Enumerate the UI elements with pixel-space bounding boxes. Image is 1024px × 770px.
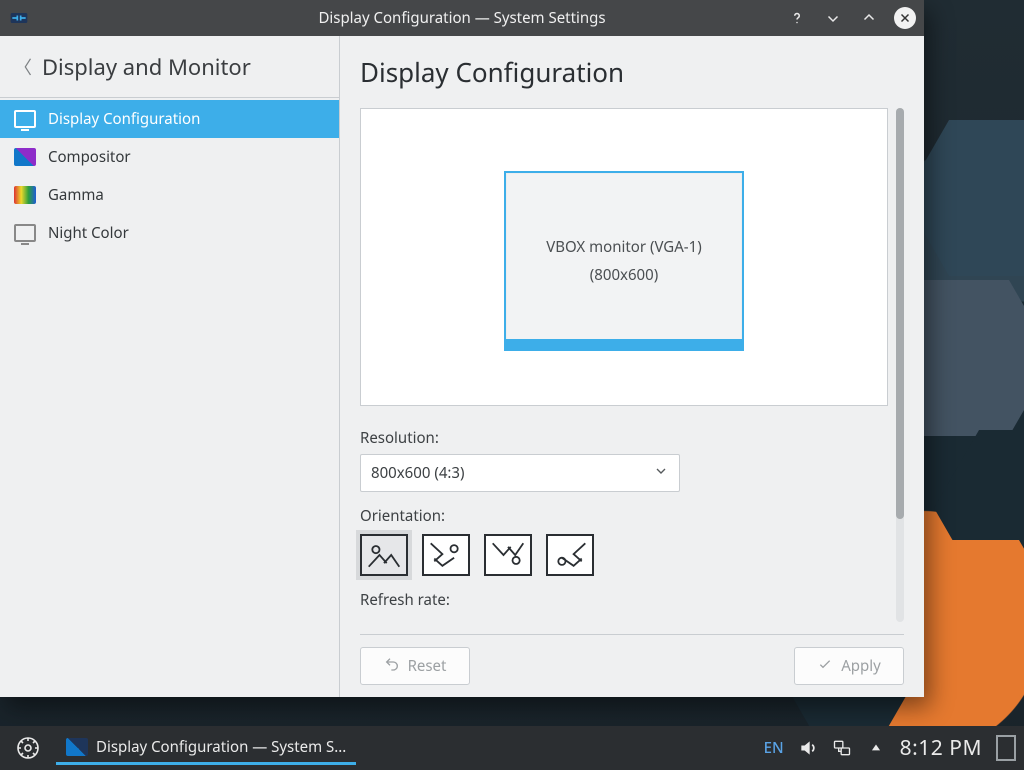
orientation-270-button[interactable] — [546, 534, 594, 576]
sidebar: 〈 Display and Monitor Display Configurat… — [0, 36, 340, 697]
orientation-label: Orientation: — [360, 506, 888, 526]
system-settings-window: Display Configuration — System Settings … — [0, 0, 924, 697]
monitor-name: VBOX monitor (VGA-1) — [546, 237, 701, 257]
sidebar-item-label: Display Configuration — [48, 109, 200, 129]
sidebar-item-label: Night Color — [48, 223, 129, 243]
orientation-normal-button[interactable] — [360, 534, 408, 576]
sidebar-back[interactable]: 〈 Display and Monitor — [0, 36, 339, 98]
chevron-down-icon — [653, 463, 669, 484]
window-title: Display Configuration — System Settings — [318, 8, 605, 28]
window-controls — [786, 0, 916, 36]
monitor-tile[interactable]: VBOX monitor (VGA-1) (800x600) — [504, 171, 744, 351]
scroll-thumb[interactable] — [896, 108, 904, 519]
resolution-label: Resolution: — [360, 428, 888, 448]
chevron-left-icon: 〈 — [14, 54, 32, 80]
apply-button[interactable]: Apply — [794, 647, 904, 685]
tray-expand-icon[interactable] — [866, 738, 886, 758]
sidebar-heading: Display and Monitor — [42, 52, 251, 82]
monitor-resolution: (800x600) — [590, 265, 658, 285]
reset-label: Reset — [408, 656, 447, 676]
app-icon — [8, 7, 30, 29]
taskbar: Display Configuration — System S... EN 8… — [0, 726, 1024, 770]
app-icon — [66, 738, 88, 756]
orientation-field: Orientation: — [360, 506, 888, 576]
main-panel: Display Configuration VBOX monitor (VGA-… — [340, 36, 924, 697]
start-button[interactable] — [8, 730, 48, 766]
check-icon — [817, 656, 833, 677]
monitor-icon — [14, 224, 36, 242]
clock[interactable]: 8:12 PM — [900, 734, 982, 762]
taskbar-entry-system-settings[interactable]: Display Configuration — System S... — [56, 731, 356, 765]
sidebar-item-night-color[interactable]: Night Color — [0, 214, 339, 252]
orientation-180-button[interactable] — [484, 534, 532, 576]
maximize-button[interactable] — [858, 7, 880, 29]
keyboard-layout-indicator[interactable]: EN — [764, 738, 784, 758]
compositor-icon — [14, 148, 36, 166]
page-title: Display Configuration — [360, 54, 904, 90]
system-tray: EN 8:12 PM — [764, 734, 1016, 762]
undo-icon — [384, 656, 400, 677]
reset-button[interactable]: Reset — [360, 647, 470, 685]
refresh-field: Refresh rate: — [360, 590, 888, 616]
resolution-combobox[interactable]: 800x600 (4:3) — [360, 454, 680, 492]
sidebar-item-compositor[interactable]: Compositor — [0, 138, 339, 176]
volume-icon[interactable] — [798, 738, 818, 758]
refresh-label: Refresh rate: — [360, 590, 888, 610]
resolution-field: Resolution: 800x600 (4:3) — [360, 428, 888, 492]
sidebar-item-label: Compositor — [48, 147, 131, 167]
vertical-scrollbar[interactable] — [896, 108, 904, 622]
close-button[interactable] — [894, 7, 916, 29]
sidebar-item-display-configuration[interactable]: Display Configuration — [0, 100, 339, 138]
apply-label: Apply — [841, 656, 881, 676]
footer-buttons: Reset Apply — [360, 634, 904, 685]
help-button[interactable] — [786, 7, 808, 29]
sidebar-item-gamma[interactable]: Gamma — [0, 176, 339, 214]
show-desktop-button[interactable] — [996, 738, 1016, 758]
network-icon[interactable] — [832, 738, 852, 758]
sidebar-list: Display Configuration Compositor Gamma N… — [0, 98, 339, 252]
titlebar[interactable]: Display Configuration — System Settings — [0, 0, 924, 36]
monitor-base-decor — [504, 339, 744, 351]
orientation-90-button[interactable] — [422, 534, 470, 576]
display-layout-area[interactable]: VBOX monitor (VGA-1) (800x600) — [360, 108, 888, 406]
gamma-icon — [14, 186, 36, 204]
sidebar-item-label: Gamma — [48, 185, 104, 205]
taskbar-entry-label: Display Configuration — System S... — [96, 737, 346, 757]
monitor-icon — [14, 110, 36, 128]
minimize-button[interactable] — [822, 7, 844, 29]
resolution-selected: 800x600 (4:3) — [371, 463, 465, 483]
